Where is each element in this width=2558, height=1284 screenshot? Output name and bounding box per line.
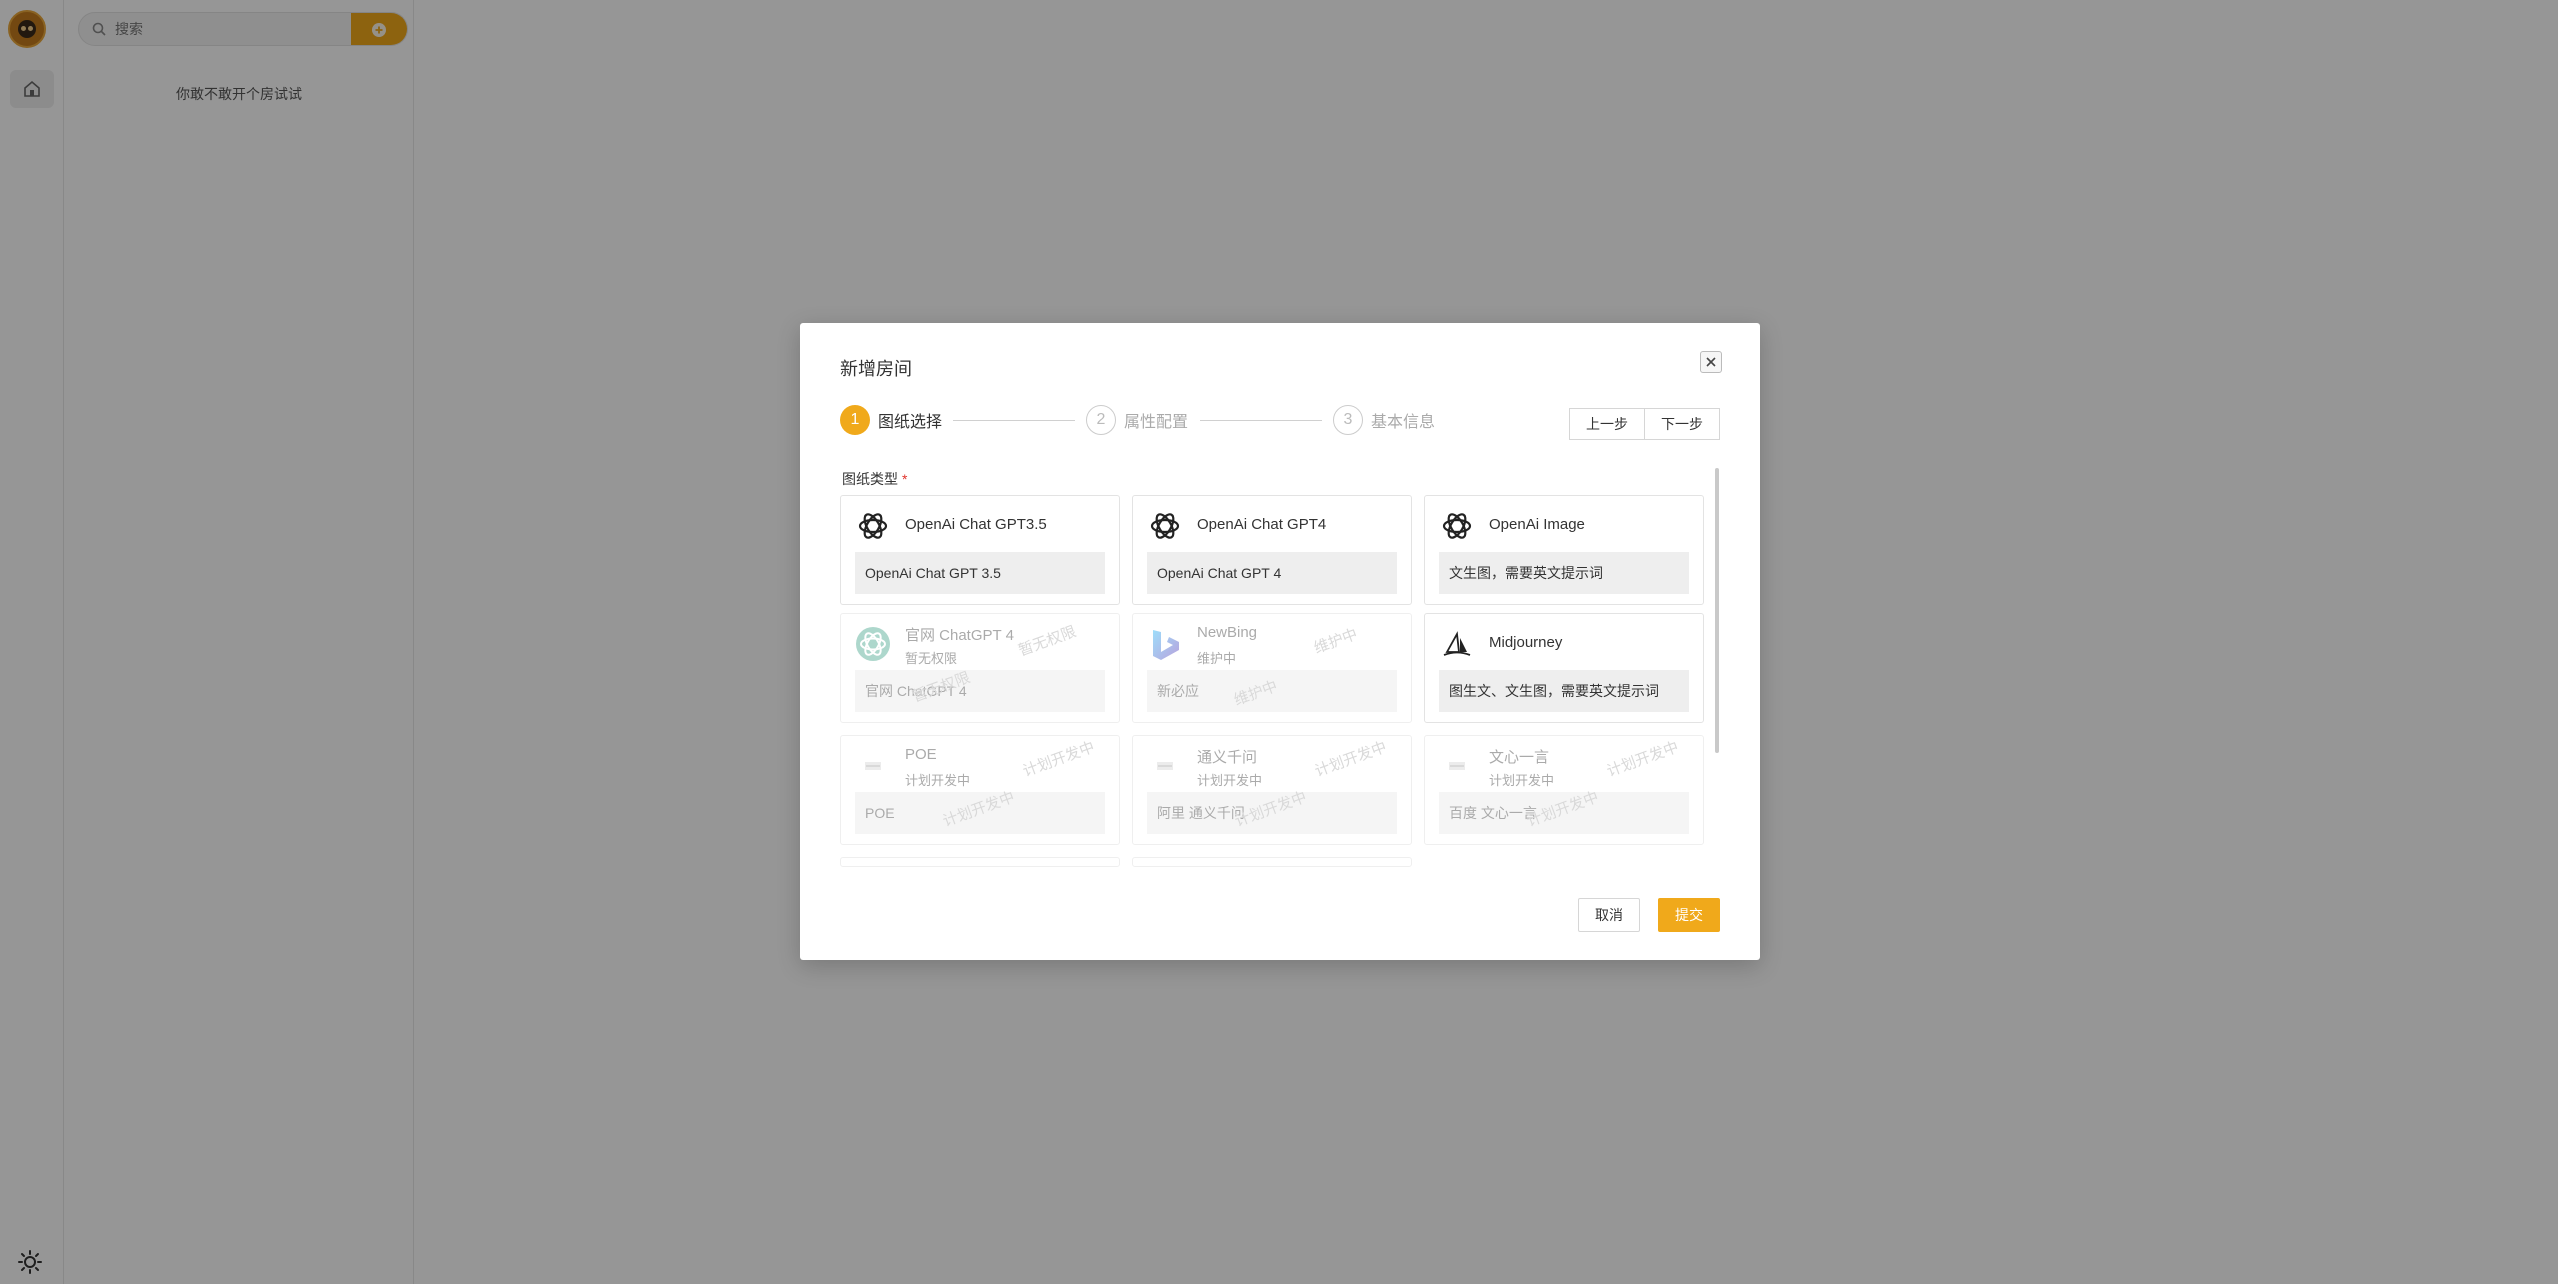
required-mark: * <box>902 471 908 487</box>
step-2-label: 属性配置 <box>1124 414 1189 431</box>
watermark: 计划开发中 <box>1604 738 1682 781</box>
prev-step-button[interactable]: 上一步 <box>1569 408 1645 440</box>
card-status: 计划开发中 <box>905 773 971 788</box>
dialog-title: 新增房间 <box>840 359 912 379</box>
card-status: 计划开发中 <box>1197 773 1263 788</box>
card-desc: 百度 文心一言 <box>1439 792 1689 834</box>
card-official-chatgpt4: 官网 ChatGPT 4 暂无权限 官网 ChatGPT 4 暂无权限 暂无权限 <box>840 613 1120 723</box>
close-button[interactable] <box>1700 351 1722 373</box>
dialog-footer: 取消 提交 <box>1578 898 1720 932</box>
card-name: Midjourney <box>1489 634 1563 651</box>
step-connector-1 <box>953 420 1075 421</box>
watermark: 维护中 <box>1311 625 1360 658</box>
card-tongyi: 通义千问 计划开发中 阿里 通义千问 计划开发中 计划开发中 <box>1132 735 1412 845</box>
card-wenxin: 文心一言 计划开发中 百度 文心一言 计划开发中 计划开发中 <box>1424 735 1704 845</box>
card-name: 通义千问 <box>1197 749 1258 766</box>
card-openai-gpt35[interactable]: OpenAi Chat GPT3.5 OpenAi Chat GPT 3.5 <box>840 495 1120 605</box>
card-midjourney[interactable]: Midjourney 图生文、文生图，需要英文提示词 <box>1424 613 1704 723</box>
card-name: OpenAi Image <box>1489 516 1585 533</box>
blueprint-grid: OpenAi Chat GPT3.5 OpenAi Chat GPT 3.5 O… <box>840 495 1710 867</box>
midjourney-icon <box>1439 626 1475 662</box>
openai-icon <box>1439 508 1475 544</box>
card-name: NewBing <box>1197 624 1258 641</box>
card-name: OpenAi Chat GPT4 <box>1197 516 1327 533</box>
step-connector-2 <box>1200 420 1322 421</box>
openai-icon <box>1147 508 1183 544</box>
scrollbar[interactable] <box>1715 468 1719 753</box>
openai-icon <box>855 626 891 662</box>
step-3-number: 3 <box>1333 405 1363 435</box>
card-openai-gpt4[interactable]: OpenAi Chat GPT4 OpenAi Chat GPT 4 <box>1132 495 1412 605</box>
card-peek <box>840 857 1120 867</box>
placeholder-logo-icon <box>1147 748 1183 784</box>
card-desc: OpenAi Chat GPT 3.5 <box>855 552 1105 594</box>
card-name: 官网 ChatGPT 4 <box>905 627 1014 644</box>
next-step-button[interactable]: 下一步 <box>1645 408 1720 440</box>
card-name: POE <box>905 746 937 763</box>
field-label-text: 图纸类型 <box>842 471 898 487</box>
card-desc: POE <box>855 792 1105 834</box>
watermark: 计划开发中 <box>1312 738 1390 781</box>
card-status: 计划开发中 <box>1489 773 1555 788</box>
step-2-number: 2 <box>1086 405 1116 435</box>
openai-icon <box>855 508 891 544</box>
card-newbing: NewBing 维护中 新必应 维护中 维护中 <box>1132 613 1412 723</box>
card-status: 维护中 <box>1197 651 1237 666</box>
step-1: 1 图纸选择 <box>840 405 942 435</box>
step-1-label: 图纸选择 <box>878 414 943 431</box>
step-3-label: 基本信息 <box>1371 414 1436 431</box>
placeholder-logo-icon <box>1439 748 1475 784</box>
step-1-number: 1 <box>840 405 870 435</box>
card-desc: 图生文、文生图，需要英文提示词 <box>1439 670 1689 712</box>
new-room-dialog: 新增房间 1 图纸选择 2 属性配置 3 基本信息 上一步 下一步 图纸类型* <box>800 323 1760 960</box>
card-desc: OpenAi Chat GPT 4 <box>1147 552 1397 594</box>
field-label: 图纸类型 * <box>842 469 907 489</box>
cancel-button[interactable]: 取消 <box>1578 898 1640 932</box>
card-desc: 文生图，需要英文提示词 <box>1439 552 1689 594</box>
steps: 1 图纸选择 2 属性配置 3 基本信息 <box>840 405 1460 435</box>
submit-button[interactable]: 提交 <box>1658 898 1720 932</box>
step-3: 3 基本信息 <box>1333 405 1435 435</box>
card-name: 文心一言 <box>1489 749 1550 766</box>
step-2: 2 属性配置 <box>1086 405 1188 435</box>
card-desc: 官网 ChatGPT 4 <box>855 670 1105 712</box>
card-name: OpenAi Chat GPT3.5 <box>905 516 1047 533</box>
bing-icon <box>1147 626 1183 662</box>
card-openai-image[interactable]: OpenAi Image 文生图，需要英文提示词 <box>1424 495 1704 605</box>
placeholder-logo-icon <box>855 748 891 784</box>
step-nav: 上一步 下一步 <box>1569 408 1720 440</box>
card-desc: 阿里 通义千问 <box>1147 792 1397 834</box>
card-status: 暂无权限 <box>905 651 958 666</box>
close-icon <box>1706 357 1716 367</box>
watermark: 计划开发中 <box>1020 738 1098 781</box>
card-poe: POE 计划开发中 POE 计划开发中 计划开发中 <box>840 735 1120 845</box>
watermark: 暂无权限 <box>1016 623 1079 660</box>
card-desc: 新必应 <box>1147 670 1397 712</box>
card-peek <box>1132 857 1412 867</box>
